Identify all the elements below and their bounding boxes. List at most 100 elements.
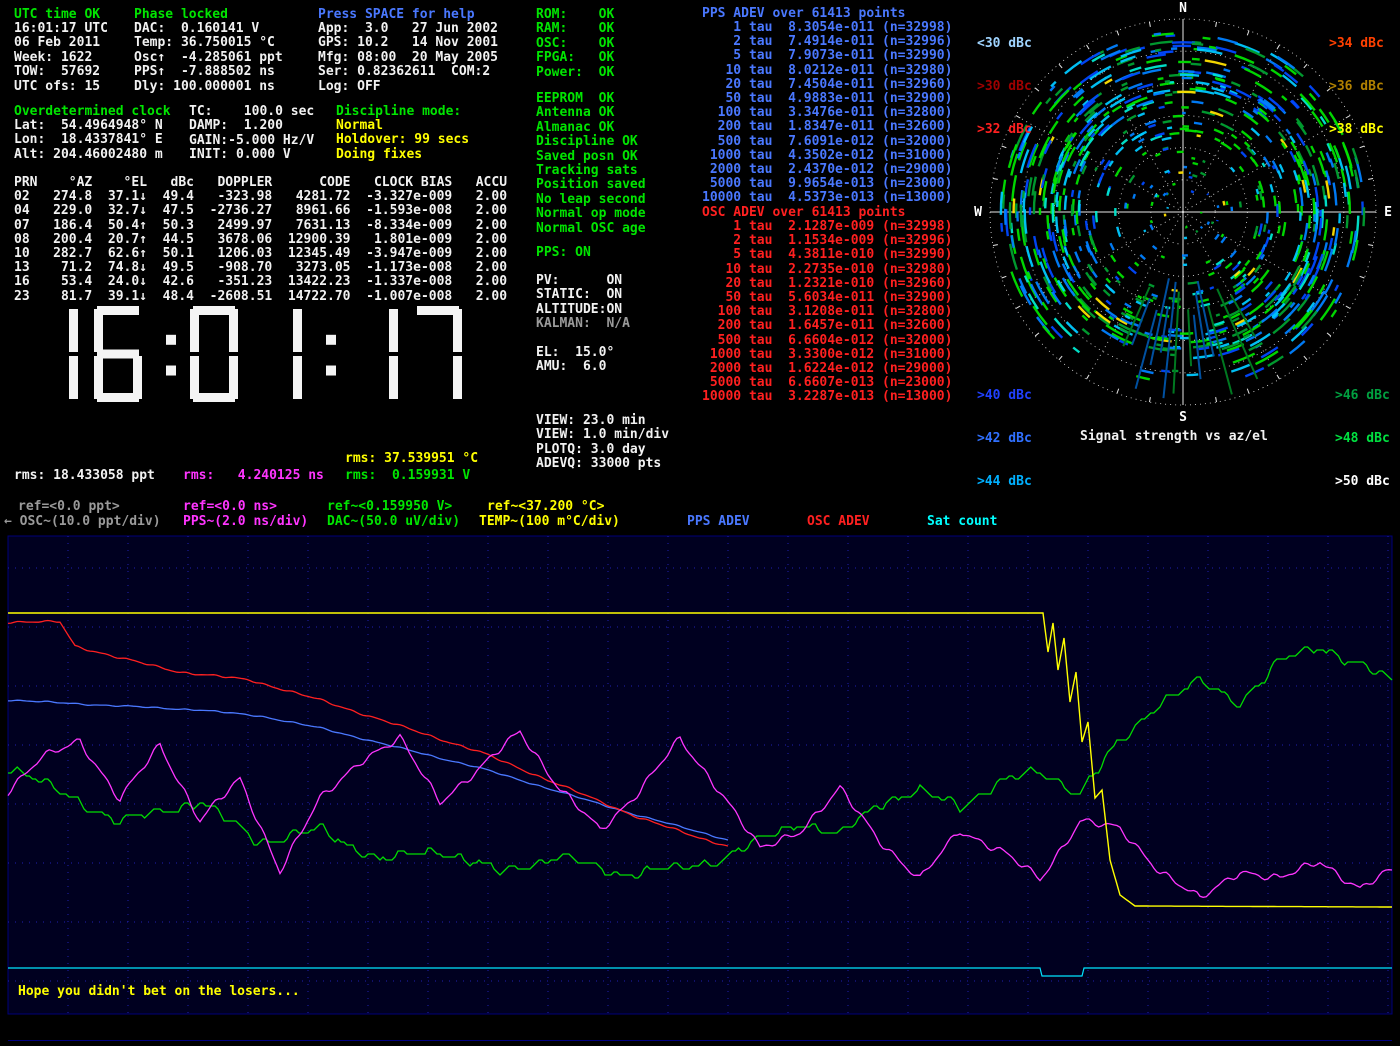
sat-header: PRN°AZ°ELdBcDOPPLERCODECLOCK BIASACCU xyxy=(14,176,507,190)
adev-row: 100 tau 3.3476e-011 (n=32800) xyxy=(702,106,952,120)
clock-segment xyxy=(293,309,302,352)
utc-info-block: 16:01:17 UTC06 Feb 2011Week: 1622TOW: 57… xyxy=(14,22,108,94)
dbc-legend-se: >46 dBc >48 dBc >50 dBc xyxy=(1335,360,1390,504)
clock-segment xyxy=(166,335,176,345)
sat-row-cell: 186.4 xyxy=(37,219,92,233)
sat-row-cell: 2.00 xyxy=(452,290,507,304)
dbc-legend-item: >40 dBc xyxy=(977,389,1032,403)
clock-segment xyxy=(453,309,462,352)
health-status-line: Tracking sats xyxy=(536,164,646,178)
plot-scale-temp: TEMP~(100 m°C/div) xyxy=(479,515,620,529)
phase-info-line: Temp: 36.750015 °C xyxy=(134,36,283,50)
device-status-line: RAM: OK xyxy=(536,22,614,36)
adev-row: 50 tau 5.6034e-011 (n=32900) xyxy=(702,291,952,305)
sat-row-cell: 13 xyxy=(14,261,37,275)
health-status-line: Saved posn OK xyxy=(536,150,646,164)
rms-temp: rms: 37.539951 °C xyxy=(345,452,478,466)
sat-row: 10282.762.6↑50.11206.0312345.49-3.947e-0… xyxy=(14,247,507,261)
phase-info-block: DAC: 0.160141 VTemp: 36.750015 °COsc↑ -4… xyxy=(134,22,283,94)
sat-row-cell: -323.98 xyxy=(194,190,272,204)
sat-row-cell: 3678.06 xyxy=(194,233,272,247)
dbc-legend-item: >42 dBc xyxy=(977,432,1032,446)
device-status-line: ROM: OK xyxy=(536,8,614,22)
clock-segment xyxy=(97,306,139,315)
position-line: Lat: 54.4964948° N xyxy=(14,119,163,133)
sat-row-cell: 50.3 xyxy=(147,219,194,233)
sat-row-cell: 62.6↑ xyxy=(92,247,147,261)
health-status-line: Position saved xyxy=(536,178,646,192)
position-line: Alt: 204.46002480 m xyxy=(14,148,163,162)
utc-info-line: TOW: 57692 xyxy=(14,65,108,79)
adev-row: 5000 tau 6.6607e-013 (n=23000) xyxy=(702,376,952,390)
phase-info-line: DAC: 0.160141 V xyxy=(134,22,283,36)
plot-ref-temp: ref~<37.200 °C> xyxy=(487,500,604,514)
plot-label-sat-count: Sat count xyxy=(927,515,997,529)
sat-row-cell: 13422.23 xyxy=(272,275,350,289)
sat-row-cell: 24.0↓ xyxy=(92,275,147,289)
rms-pps: rms: 4.240125 ns xyxy=(183,469,324,483)
sat-row-cell: -2608.51 xyxy=(194,290,272,304)
sat-row-cell: -351.23 xyxy=(194,275,272,289)
dbc-legend-item: >46 dBc xyxy=(1335,389,1390,403)
device-status-block: ROM: OKRAM: OKOSC: OKFPGA: OKPower: OK xyxy=(536,8,614,80)
adev-row: 1000 tau 4.3502e-012 (n=31000) xyxy=(702,149,952,163)
adev-row: 50 tau 4.9883e-011 (n=32900) xyxy=(702,92,952,106)
polar-caption: Signal strength vs az/el xyxy=(1080,430,1268,444)
sat-header-cell: °AZ xyxy=(37,176,92,190)
discipline-state-line: Normal xyxy=(336,119,469,133)
adev-row: 10 tau 2.2735e-010 (n=32980) xyxy=(702,263,952,277)
cardinal-label: S xyxy=(1179,410,1187,425)
sat-row: 02274.837.1↓49.4-323.984281.72-3.327e-00… xyxy=(14,190,507,204)
adev-row: 10 tau 8.0212e-011 (n=32980) xyxy=(702,64,952,78)
health-status-block: EEPROM OKAntenna OKAlmanac OKDiscipline … xyxy=(536,92,646,236)
phase-info-line: PPS↑ -7.888502 ns xyxy=(134,65,283,79)
sat-row-cell: 12900.39 xyxy=(272,233,350,247)
loop-params-block: TC: 100.0 secDAMP: 1.200GAIN:-5.000 Hz/V… xyxy=(189,105,314,163)
sat-row-cell: 14722.70 xyxy=(272,290,350,304)
utc-info-line: 16:01:17 UTC xyxy=(14,22,108,36)
loop-param-line: GAIN:-5.000 Hz/V xyxy=(189,134,314,148)
position-block: Lat: 54.4964948° NLon: 18.4337841° EAlt:… xyxy=(14,119,163,162)
sat-row-cell: 2499.97 xyxy=(194,219,272,233)
sat-row: 1653.424.0↓42.6-351.2313422.23-1.337e-00… xyxy=(14,275,507,289)
clock-segment xyxy=(166,366,176,376)
version-info-line: Mfg: 08:00 20 May 2005 xyxy=(318,51,498,65)
plot-scale-dac: DAC~(50.0 uV/div) xyxy=(327,515,460,529)
adev-row: 200 tau 1.6457e-011 (n=32600) xyxy=(702,319,952,333)
loop-param-line: TC: 100.0 sec xyxy=(189,105,314,119)
version-info-line: GPS: 10.2 14 Nov 2001 xyxy=(318,36,498,50)
view-settings-block: VIEW: 23.0 minVIEW: 1.0 min/divPLOTQ: 3.… xyxy=(536,414,669,472)
sat-row-cell: 16 xyxy=(14,275,37,289)
kalman-state: KALMAN: N/A xyxy=(536,317,630,331)
device-status-line: FPGA: OK xyxy=(536,51,614,65)
mask-line: EL: 15.0° xyxy=(536,346,614,360)
sat-header-cell: dBc xyxy=(147,176,194,190)
rms-dac: rms: 0.159931 V xyxy=(345,469,470,483)
sat-header-cell: PRN xyxy=(14,176,37,190)
dbc-legend-item: >38 dBc xyxy=(1329,123,1384,137)
sat-row-cell: 53.4 xyxy=(37,275,92,289)
discipline-state-line: Holdover: 99 secs xyxy=(336,133,469,147)
adev-row: 100 tau 3.1208e-011 (n=32800) xyxy=(702,305,952,319)
sat-row-cell: 2.00 xyxy=(452,219,507,233)
adev-row: 500 tau 7.6091e-012 (n=32000) xyxy=(702,135,952,149)
adev-row: 20 tau 1.2321e-010 (n=32960) xyxy=(702,277,952,291)
clock-segment xyxy=(389,356,398,399)
utc-info-line: Week: 1622 xyxy=(14,51,108,65)
sat-row-cell: 71.2 xyxy=(37,261,92,275)
device-status-line: Power: OK xyxy=(536,66,614,80)
dbc-legend-item: >34 dBc xyxy=(1329,37,1384,51)
sat-row-cell: -2736.27 xyxy=(194,204,272,218)
adev-row: 500 tau 6.6604e-012 (n=32000) xyxy=(702,334,952,348)
sat-row-cell: 2.00 xyxy=(452,247,507,261)
phase-info-line: Osc↑ -4.285061 ppt xyxy=(134,51,283,65)
satellite-table: PRN°AZ°ELdBcDOPPLERCODECLOCK BIASACCU022… xyxy=(14,176,507,304)
plot-scale-osc: ← OSC~(10.0 ppt/div) xyxy=(4,515,161,529)
fix-modes-block: PV: ONSTATIC: ONALTITUDE:ON xyxy=(536,274,622,317)
clock-segment xyxy=(190,309,199,352)
sat-row: 07186.450.4↑50.32499.977631.13-8.334e-00… xyxy=(14,219,507,233)
adev-row: 200 tau 1.8347e-011 (n=32600) xyxy=(702,120,952,134)
health-status-line: Normal op mode xyxy=(536,207,646,221)
dbc-legend-item: >50 dBc xyxy=(1335,475,1390,489)
sat-row-cell: -1.337e-008 xyxy=(351,275,453,289)
